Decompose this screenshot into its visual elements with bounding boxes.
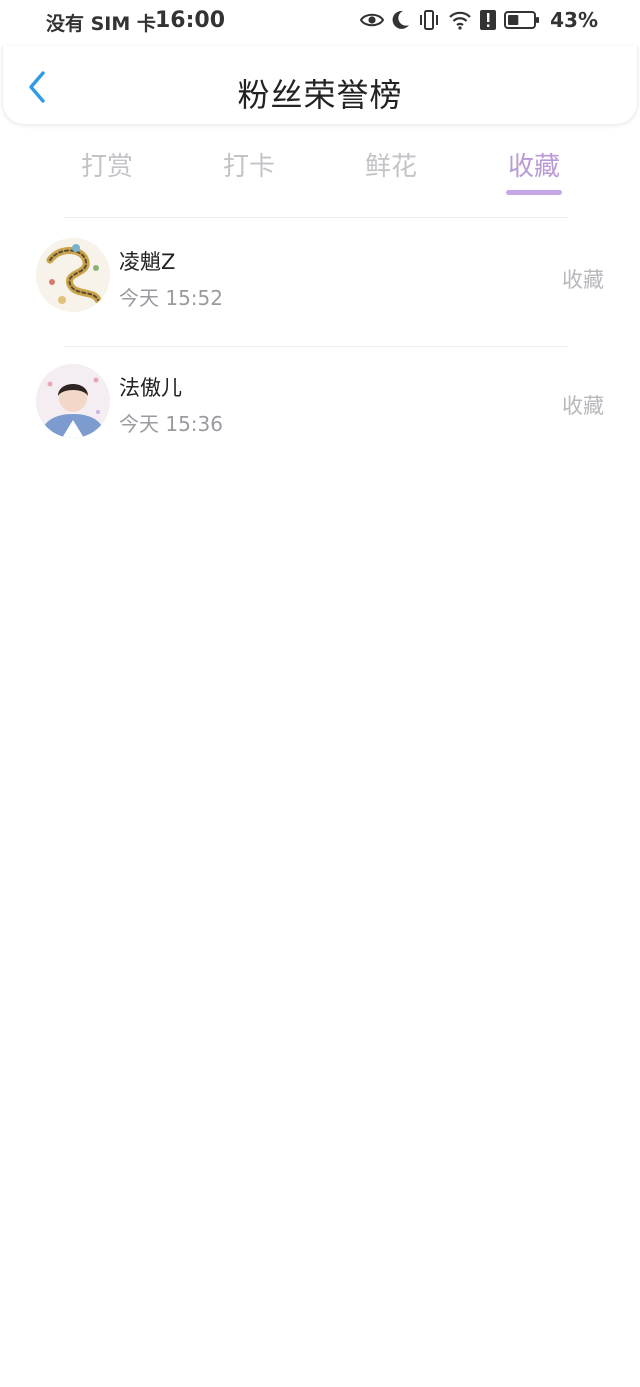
timestamp: 今天 15:52 xyxy=(119,286,223,310)
list-item[interactable]: 凌魈Z 今天 15:52 收藏 xyxy=(0,220,640,330)
active-tab-indicator xyxy=(506,190,562,195)
page-title: 粉丝荣誉榜 xyxy=(237,76,403,114)
status-bar: 没有 SIM 卡 16:00 43% xyxy=(0,0,640,44)
timestamp: 今天 15:36 xyxy=(119,412,223,436)
battery-percent: 43% xyxy=(550,8,598,32)
header: 粉丝荣誉榜 xyxy=(2,46,638,125)
battery-icon xyxy=(504,10,540,30)
list-item[interactable]: 法傲儿 今天 15:36 收藏 xyxy=(0,346,640,456)
wifi-icon xyxy=(448,10,472,30)
eye-icon xyxy=(360,11,385,29)
moon-icon xyxy=(392,10,410,30)
user-name: 法傲儿 xyxy=(119,376,182,400)
page: 没有 SIM 卡 16:00 43% 粉丝荣誉榜 打赏 打卡 鲜花 收藏 凌魈Z… xyxy=(0,0,640,1387)
tab-tip[interactable]: 打赏 xyxy=(57,146,157,183)
status-icons: 43% xyxy=(360,8,598,32)
tab-checkin[interactable]: 打卡 xyxy=(199,146,299,183)
alert-icon xyxy=(480,10,497,30)
vibrate-icon xyxy=(418,10,440,30)
avatar xyxy=(36,238,110,312)
tab-flowers[interactable]: 鲜花 xyxy=(341,146,441,183)
clock: 16:00 xyxy=(155,8,226,33)
action-tag: 收藏 xyxy=(562,394,604,418)
carrier-text: 没有 SIM 卡 xyxy=(46,13,156,35)
tab-bar: 打赏 打卡 鲜花 收藏 xyxy=(0,140,640,200)
tab-favorites[interactable]: 收藏 xyxy=(484,146,584,183)
avatar xyxy=(36,364,110,438)
user-name: 凌魈Z xyxy=(119,250,176,274)
divider xyxy=(64,217,568,218)
action-tag: 收藏 xyxy=(562,268,604,292)
